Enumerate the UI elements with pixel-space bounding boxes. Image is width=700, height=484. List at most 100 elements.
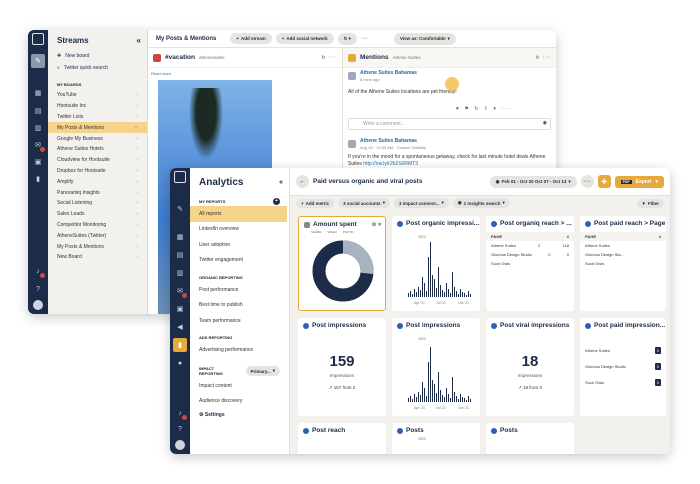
board-item[interactable]: Cloudview for Hootsuite › [48,155,147,166]
table-row[interactable]: Glorious Design Sta... [580,250,666,259]
analytics-icon[interactable]: ▮ [173,338,187,352]
paid-impressions-card[interactable]: Post paid impression... Athene Suites 0 Gl… [580,318,666,416]
inbox-icon[interactable]: ✉ [175,286,187,298]
chevron-right-icon[interactable]: › [136,92,138,98]
more-button[interactable]: ··· [580,175,594,188]
chevron-right-icon[interactable]: › [136,254,138,260]
megaphone-icon[interactable]: ◀ [175,322,185,332]
tweet-link[interactable]: http://ow.ly/r2b2S0RMT3 [363,161,418,167]
insights-filter[interactable]: ◉ 1 insights search ▾ [452,198,510,208]
board-item[interactable]: Google My Business › [48,133,147,144]
social-accounts-filter[interactable]: 3 social accounts ▾ [338,198,390,208]
report-link[interactable]: Impact content [190,378,289,394]
table-row[interactable]: Athene Suites 0 [580,342,666,358]
post-impressions-card[interactable]: Post impressions 159 Impressions ↗ 157 f… [298,318,386,416]
calendar-icon[interactable]: ▥ [33,123,43,133]
bell-icon[interactable]: ♪ [33,266,45,278]
streams-icon[interactable]: ▦ [175,232,185,242]
chevron-right-icon[interactable]: › [136,103,138,109]
twitter-search-link[interactable]: ⌕ Twitter quick search [48,62,147,74]
streams-icon[interactable]: ▦ [33,88,43,98]
table-row[interactable]: Glorious Design Studio 0 [580,358,666,374]
board-item[interactable]: My Posts & Mentions › [48,241,147,252]
report-link[interactable]: Best time to publish [190,298,289,314]
chevron-right-icon[interactable]: › [136,211,138,217]
new-board-link[interactable]: ✚ New board [48,50,147,62]
posts-chart-card[interactable]: Posts 2022 [392,423,480,454]
table-row[interactable]: Such Owls 0 [580,374,666,390]
grid-icon[interactable]: ▤ [175,250,185,260]
column-menu-icon[interactable]: ↻ ··· [321,55,337,61]
amount-spent-card[interactable]: Amount spent ⚙ ✕ SHARE VIDEO PHOTO [298,216,386,311]
paid-reach-card[interactable]: Post paid reach > Page PAGE # Athene Suite… [580,216,666,311]
inbox-icon[interactable]: ✉ [33,140,45,152]
report-link[interactable]: Twitter engagement [190,253,289,269]
primary-dropdown[interactable]: Primary... ▾ [245,366,280,376]
board-item[interactable]: Hootsuite Inc › [48,101,147,112]
clipboard-icon[interactable]: ▣ [33,157,43,167]
board-item[interactable]: Athene Suites Hotels › [48,144,147,155]
camera-icon[interactable]: ◉ [543,120,547,127]
export-button[interactable]: PDF Export ▾ [614,175,664,188]
chevron-right-icon[interactable]: › [136,233,138,239]
compose-icon[interactable]: ✎ [175,204,185,214]
collapse-icon[interactable]: « [137,36,141,45]
board-item[interactable]: AtheneSuites (Twitter) › [48,230,147,241]
pin-icon[interactable]: ● [175,358,185,368]
report-link[interactable]: All reports [190,206,287,222]
share-button[interactable]: ✚ [597,175,611,188]
card-menu-icon[interactable]: ⚙ ✕ [372,222,382,228]
board-item[interactable]: New Board › [48,252,147,263]
report-link[interactable]: LinkedIn overview [190,222,289,238]
chevron-right-icon[interactable]: › [136,222,138,228]
chevron-right-icon[interactable]: › [136,114,138,120]
board-item[interactable]: YouTube › [48,90,147,101]
author-name[interactable]: Athene Suites Bahamas [360,70,417,77]
collapse-icon[interactable]: « [279,179,283,186]
comment-input[interactable]: Write a comment... ◉ [348,118,551,130]
add-metric-button[interactable]: + Add metric [296,198,335,208]
board-item[interactable]: My Posts & Mentions ✕ [48,122,147,134]
report-link[interactable]: Advertising performance [190,343,289,359]
table-row[interactable]: Glorious Design Studio 0 0 [486,250,574,259]
chevron-right-icon[interactable]: › [136,168,138,174]
author-name[interactable]: Athene Suites Bahamas [360,138,426,145]
posts-card[interactable]: Posts [486,423,574,454]
board-item[interactable]: Sales Leads › [48,209,147,220]
report-link[interactable]: Team performance [190,313,289,329]
chevron-right-icon[interactable]: › [136,200,138,206]
organic-impressions-card[interactable]: Post organic impressi... 2023 Apr '21 Ju… [392,216,480,311]
avatar[interactable] [175,440,185,450]
more-icon[interactable]: ··· [361,35,368,42]
chevron-right-icon[interactable]: › [136,136,138,142]
board-item[interactable]: Social Listening › [48,198,147,209]
help-icon[interactable]: ? [175,424,185,434]
help-icon[interactable]: ? [33,284,43,294]
add-stream-button[interactable]: + Add stream [230,33,272,44]
chevron-right-icon[interactable]: › [136,157,138,163]
chevron-right-icon[interactable]: › [136,244,138,250]
add-network-button[interactable]: + Add social network [275,33,334,44]
impact-filter[interactable]: 3 impact connect... ▾ [393,198,449,208]
board-item[interactable]: Panoramiq Insights › [48,187,147,198]
filter-button[interactable]: ▼ Filter [636,198,664,208]
board-item[interactable]: Dropbox for Hootsuite › [48,166,147,177]
refresh-button[interactable]: ↻ ▾ [337,32,357,45]
view-as-dropdown[interactable]: View as: Comfortable ▾ [393,32,456,45]
add-report-icon[interactable]: + [273,197,280,205]
read-more-link[interactable]: Read more [151,71,171,77]
close-icon[interactable]: ✕ [134,125,138,131]
chevron-right-icon[interactable]: › [136,146,138,152]
table-row[interactable]: Such Owls [580,259,666,268]
board-item[interactable]: Twitter Lists › [48,112,147,123]
board-item[interactable]: Amplify › [48,176,147,187]
table-row[interactable]: Athene Suites 2 118 [486,241,574,250]
calendar-icon[interactable]: ▥ [175,268,185,278]
chevron-right-icon[interactable]: › [136,190,138,196]
table-row[interactable]: Such Owls [486,259,574,268]
viral-impressions-card[interactable]: Post viral impressions 18 Impressions ↗ … [486,318,574,416]
board-item[interactable]: Competitor Monitoring › [48,220,147,231]
table-row[interactable]: Athene Suites [580,241,666,250]
grid-icon[interactable]: ▤ [33,106,43,116]
column-menu-icon[interactable]: ↻ ··· [535,55,551,61]
